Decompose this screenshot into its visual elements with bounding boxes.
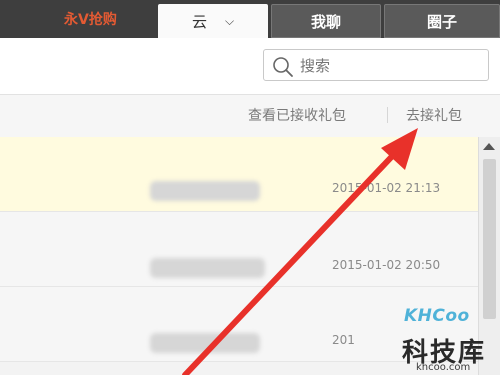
search-icon xyxy=(273,57,293,77)
search-input[interactable] xyxy=(298,54,482,78)
top-tab-bar: 永V抢购 云 ⌵ 我聊 圈子 xyxy=(0,0,500,38)
link-divider xyxy=(387,107,388,123)
search-area xyxy=(0,38,500,95)
watermark-url: khcoo.com xyxy=(416,362,471,373)
view-received-gifts-link[interactable]: 查看已接收礼包 xyxy=(248,105,346,125)
item-time: 201 xyxy=(332,333,355,347)
tab-circle-label: 圈子 xyxy=(426,12,457,31)
brand-label[interactable]: 永V抢购 xyxy=(64,9,117,29)
list-item[interactable]: 2015-01-02 20:50 xyxy=(0,212,478,287)
tab-chat[interactable]: 我聊 xyxy=(271,4,381,38)
blurred-text xyxy=(150,258,265,278)
item-time: 2015-01-02 21:13 xyxy=(332,181,441,195)
tab-circle[interactable]: 圈子 xyxy=(384,4,500,38)
item-time: 2015-01-02 20:50 xyxy=(332,258,441,272)
blurred-text xyxy=(150,333,260,353)
go-receive-gifts-link[interactable]: 去接礼包 xyxy=(406,105,462,125)
scroll-up-arrow-icon[interactable] xyxy=(483,143,495,150)
watermark-brand: KHCoo xyxy=(404,306,470,326)
chevron-down-icon[interactable]: ⌵ xyxy=(225,14,234,29)
blurred-text xyxy=(150,181,260,201)
scroll-thumb[interactable] xyxy=(483,159,496,319)
tab-cloud-label: 云 xyxy=(191,12,207,31)
tab-cloud[interactable]: 云 ⌵ xyxy=(158,4,268,38)
list-item[interactable]: 2015-01-02 21:13 xyxy=(0,137,478,212)
gift-link-bar: 查看已接收礼包 去接礼包 xyxy=(0,95,500,137)
search-box[interactable] xyxy=(263,49,489,81)
tab-chat-label: 我聊 xyxy=(310,12,341,31)
